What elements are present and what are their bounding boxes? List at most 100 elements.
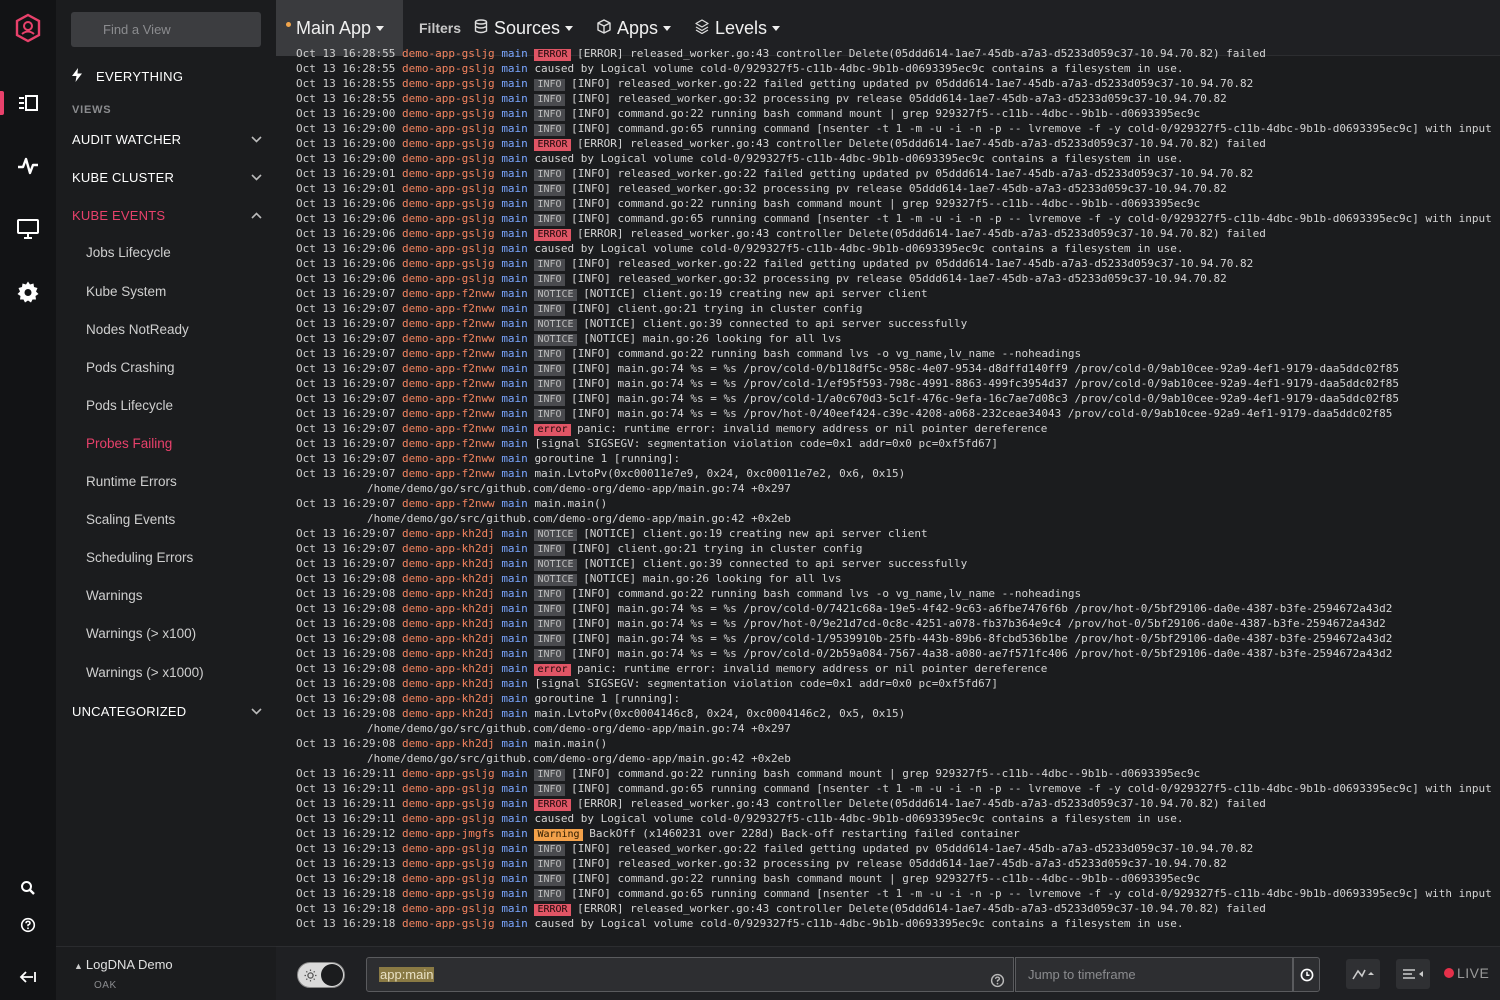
log-line[interactable]: Oct 13 16:29:13 demo-app-gsljg main INFO… bbox=[292, 856, 1500, 871]
log-source[interactable]: demo-app-gsljg bbox=[402, 272, 495, 285]
log-line[interactable]: Oct 13 16:29:06 demo-app-gsljg main caus… bbox=[292, 241, 1500, 256]
log-source[interactable]: demo-app-gsljg bbox=[402, 212, 495, 225]
log-app[interactable]: main bbox=[501, 302, 528, 315]
log-app[interactable]: main bbox=[501, 572, 528, 585]
log-app[interactable]: main bbox=[501, 257, 528, 270]
log-app[interactable]: main bbox=[501, 662, 528, 675]
log-app[interactable]: main bbox=[501, 107, 528, 120]
log-line[interactable]: Oct 13 16:29:18 demo-app-gsljg main INFO… bbox=[292, 871, 1500, 886]
log-line[interactable]: Oct 13 16:29:08 demo-app-kh2dj main INFO… bbox=[292, 601, 1500, 616]
log-line[interactable]: Oct 13 16:29:01 demo-app-gsljg main INFO… bbox=[292, 181, 1500, 196]
log-app[interactable]: main bbox=[501, 872, 528, 885]
log-line[interactable]: Oct 13 16:29:06 demo-app-gsljg main INFO… bbox=[292, 196, 1500, 211]
log-app[interactable]: main bbox=[501, 377, 528, 390]
log-line[interactable]: Oct 13 16:29:08 demo-app-kh2dj main erro… bbox=[292, 661, 1500, 676]
log-level-badge[interactable]: INFO bbox=[534, 184, 565, 196]
view-runtime-errors[interactable]: Runtime Errors bbox=[86, 472, 177, 492]
log-source[interactable]: demo-app-gsljg bbox=[402, 917, 495, 930]
search-icon[interactable] bbox=[0, 868, 56, 908]
log-app[interactable]: main bbox=[501, 692, 528, 705]
log-source[interactable]: demo-app-f2nww bbox=[402, 317, 495, 330]
log-line[interactable]: Oct 13 16:29:08 demo-app-kh2dj main NOTI… bbox=[292, 571, 1500, 586]
log-line[interactable]: Oct 13 16:29:11 demo-app-gsljg main INFO… bbox=[292, 766, 1500, 781]
log-level-badge[interactable]: ERROR bbox=[534, 139, 571, 151]
log-level-badge[interactable]: NOTICE bbox=[534, 319, 577, 331]
log-viewer[interactable]: Oct 13 16:28:55 demo-app-gsljg main ERRO… bbox=[292, 46, 1500, 946]
category-kube-cluster[interactable]: KUBE CLUSTER bbox=[72, 167, 262, 187]
log-level-badge[interactable]: INFO bbox=[534, 844, 565, 856]
log-level-badge[interactable]: INFO bbox=[534, 349, 565, 361]
gear-icon[interactable] bbox=[0, 272, 56, 312]
log-line[interactable]: Oct 13 16:29:06 demo-app-gsljg main INFO… bbox=[292, 211, 1500, 226]
log-source[interactable]: demo-app-gsljg bbox=[402, 257, 495, 270]
log-line-continuation[interactable]: /home/demo/go/src/github.com/demo-org/de… bbox=[292, 481, 1500, 496]
log-app[interactable]: main bbox=[501, 707, 528, 720]
log-source[interactable]: demo-app-gsljg bbox=[402, 767, 495, 780]
help-icon[interactable] bbox=[990, 967, 1005, 1000]
log-app[interactable]: main bbox=[501, 737, 528, 750]
log-source[interactable]: demo-app-kh2dj bbox=[402, 707, 495, 720]
log-source[interactable]: demo-app-f2nww bbox=[402, 302, 495, 315]
log-app[interactable]: main bbox=[501, 887, 528, 900]
log-line-continuation[interactable]: /home/demo/go/src/github.com/demo-org/de… bbox=[292, 721, 1500, 736]
theme-toggle[interactable] bbox=[297, 962, 345, 988]
log-level-badge[interactable]: NOTICE bbox=[534, 289, 577, 301]
log-line[interactable]: Oct 13 16:29:11 demo-app-gsljg main caus… bbox=[292, 811, 1500, 826]
log-app[interactable]: main bbox=[501, 212, 528, 225]
log-app[interactable]: main bbox=[501, 797, 528, 810]
log-line[interactable]: Oct 13 16:29:07 demo-app-f2nww main goro… bbox=[292, 451, 1500, 466]
log-source[interactable]: demo-app-kh2dj bbox=[402, 542, 495, 555]
log-app[interactable]: main bbox=[501, 827, 528, 840]
monitor-icon[interactable] bbox=[0, 209, 56, 249]
log-source[interactable]: demo-app-kh2dj bbox=[402, 647, 495, 660]
log-source[interactable]: demo-app-f2nww bbox=[402, 362, 495, 375]
log-line[interactable]: Oct 13 16:29:08 demo-app-kh2dj main INFO… bbox=[292, 586, 1500, 601]
log-source[interactable]: demo-app-f2nww bbox=[402, 287, 495, 300]
log-source[interactable]: demo-app-kh2dj bbox=[402, 527, 495, 540]
log-line[interactable]: Oct 13 16:29:07 demo-app-kh2dj main NOTI… bbox=[292, 526, 1500, 541]
log-level-badge[interactable]: INFO bbox=[534, 259, 565, 271]
log-level-badge[interactable]: error bbox=[534, 664, 571, 676]
log-line[interactable]: Oct 13 16:29:06 demo-app-gsljg main ERRO… bbox=[292, 226, 1500, 241]
view-probes-failing[interactable]: Probes Failing bbox=[86, 434, 172, 454]
log-source[interactable]: demo-app-kh2dj bbox=[402, 572, 495, 585]
log-level-badge[interactable]: ERROR bbox=[534, 49, 571, 61]
log-source[interactable]: demo-app-gsljg bbox=[402, 167, 495, 180]
log-source[interactable]: demo-app-kh2dj bbox=[402, 662, 495, 675]
log-source[interactable]: demo-app-f2nww bbox=[402, 392, 495, 405]
view-warnings[interactable]: Warnings bbox=[86, 586, 143, 606]
log-app[interactable]: main bbox=[501, 767, 528, 780]
log-level-badge[interactable]: INFO bbox=[534, 409, 565, 421]
pulse-icon[interactable] bbox=[0, 146, 56, 186]
log-app[interactable]: main bbox=[501, 527, 528, 540]
log-line[interactable]: Oct 13 16:29:07 demo-app-f2nww main main… bbox=[292, 466, 1500, 481]
log-source[interactable]: demo-app-kh2dj bbox=[402, 587, 495, 600]
log-line[interactable]: Oct 13 16:29:07 demo-app-f2nww main INFO… bbox=[292, 301, 1500, 316]
log-app[interactable]: main bbox=[501, 287, 528, 300]
log-line[interactable]: Oct 13 16:29:07 demo-app-f2nww main [sig… bbox=[292, 436, 1500, 451]
log-source[interactable]: demo-app-gsljg bbox=[402, 902, 495, 915]
log-level-badge[interactable]: INFO bbox=[534, 214, 565, 226]
log-app[interactable]: main bbox=[501, 617, 528, 630]
log-level-badge[interactable]: ERROR bbox=[534, 799, 571, 811]
log-line[interactable]: Oct 13 16:29:08 demo-app-kh2dj main INFO… bbox=[292, 616, 1500, 631]
log-line[interactable]: Oct 13 16:29:01 demo-app-gsljg main INFO… bbox=[292, 166, 1500, 181]
log-line[interactable]: Oct 13 16:29:08 demo-app-kh2dj main goro… bbox=[292, 691, 1500, 706]
log-line[interactable]: Oct 13 16:29:08 demo-app-kh2dj main [sig… bbox=[292, 676, 1500, 691]
log-line[interactable]: Oct 13 16:29:08 demo-app-kh2dj main INFO… bbox=[292, 646, 1500, 661]
log-source[interactable]: demo-app-kh2dj bbox=[402, 737, 495, 750]
log-level-badge[interactable]: INFO bbox=[534, 649, 565, 661]
log-app[interactable]: main bbox=[501, 62, 528, 75]
log-source[interactable]: demo-app-kh2dj bbox=[402, 692, 495, 705]
log-source[interactable]: demo-app-f2nww bbox=[402, 452, 495, 465]
log-level-badge[interactable]: INFO bbox=[534, 874, 565, 886]
log-source[interactable]: demo-app-gsljg bbox=[402, 857, 495, 870]
log-line[interactable]: Oct 13 16:28:55 demo-app-gsljg main caus… bbox=[292, 61, 1500, 76]
log-app[interactable]: main bbox=[501, 437, 528, 450]
log-line[interactable]: Oct 13 16:29:07 demo-app-f2nww main INFO… bbox=[292, 391, 1500, 406]
view-nodes-notready[interactable]: Nodes NotReady bbox=[86, 320, 189, 340]
log-level-badge[interactable]: INFO bbox=[534, 199, 565, 211]
log-source[interactable]: demo-app-gsljg bbox=[402, 842, 495, 855]
log-level-badge[interactable]: INFO bbox=[534, 604, 565, 616]
log-line[interactable]: Oct 13 16:29:08 demo-app-kh2dj main main… bbox=[292, 736, 1500, 751]
